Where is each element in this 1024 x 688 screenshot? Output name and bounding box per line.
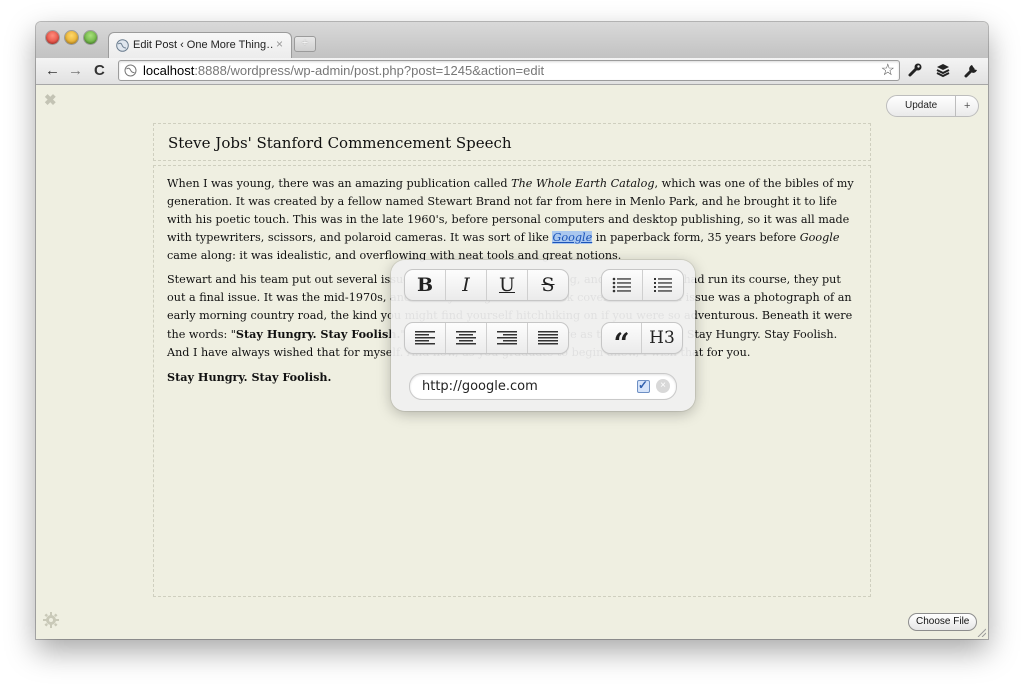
page-icon	[124, 64, 137, 77]
forward-button[interactable]: →	[68, 63, 83, 79]
tab-strip: Edit Post ‹ One More Thing… × +	[36, 22, 988, 59]
align-center-button[interactable]	[446, 323, 487, 353]
browser-window: Edit Post ‹ One More Thing… × + ← → C lo…	[36, 22, 988, 639]
paragraph-1: When I was young, there was an amazing p…	[167, 175, 859, 265]
p1-text-c: in paperback form, 35 years before	[592, 231, 800, 244]
alignment-group	[404, 322, 569, 354]
text-style-group: B I U S	[404, 269, 569, 301]
formatting-popover: B I U S “ H3 http://google.com ✓ ×	[391, 260, 695, 411]
p1-text-a: When I was young, there was an amazing p…	[167, 177, 512, 190]
resize-grip-icon[interactable]	[976, 627, 986, 637]
checkbox-icon[interactable]	[637, 378, 650, 393]
back-button[interactable]: ←	[45, 63, 60, 79]
editor-area: ✖ Update + Steve Jobs' Stanford Commence…	[36, 85, 988, 639]
bookmark-star-icon[interactable]: ☆	[881, 60, 895, 80]
bullet-list-button[interactable]	[602, 270, 643, 300]
close-editor-icon[interactable]: ✖	[44, 91, 57, 109]
bullet-list-icon	[612, 277, 631, 293]
link-url-text: http://google.com	[422, 379, 538, 394]
globe-icon	[116, 39, 129, 52]
reload-button[interactable]: C	[94, 63, 105, 79]
tab-title: Edit Post ‹ One More Thing…	[133, 39, 273, 51]
block-style-group: “ H3	[601, 322, 683, 354]
choose-file-button[interactable]: Choose File	[908, 613, 978, 631]
update-button-group: Update +	[886, 95, 980, 117]
strikethrough-button[interactable]: S	[528, 270, 568, 300]
wrench-key-icon[interactable]	[906, 61, 924, 79]
url-path: :8888/wordpress/wp-admin/post.php?post=1…	[194, 63, 545, 78]
url-host: localhost	[143, 63, 195, 78]
underline-button[interactable]: U	[487, 270, 528, 300]
address-bar[interactable]: localhost:8888/wordpress/wp-admin/post.p…	[118, 60, 900, 81]
align-right-icon	[497, 331, 517, 345]
minimize-window-button[interactable]	[65, 31, 78, 44]
align-left-button[interactable]	[405, 323, 446, 353]
align-left-icon	[415, 331, 435, 345]
zoom-window-button[interactable]	[84, 31, 97, 44]
blockquote-button[interactable]: “	[602, 323, 642, 353]
selected-link[interactable]: Google	[552, 231, 593, 244]
p2-bold: Stay Hungry. Stay Foolish.	[235, 327, 401, 341]
align-justify-button[interactable]	[528, 323, 568, 353]
post-title-field[interactable]: Steve Jobs' Stanford Commencement Speech	[153, 123, 871, 161]
post-title: Steve Jobs' Stanford Commencement Speech	[168, 134, 512, 152]
italic-button[interactable]: I	[446, 270, 487, 300]
tab-close-icon[interactable]: ×	[276, 37, 283, 51]
tab-edit-post[interactable]: Edit Post ‹ One More Thing… ×	[108, 32, 292, 59]
layers-icon[interactable]	[934, 61, 952, 79]
numbered-list-icon	[654, 278, 672, 292]
gear-icon[interactable]	[42, 611, 60, 629]
align-justify-icon	[538, 331, 558, 345]
align-center-icon	[456, 331, 476, 345]
wrench-icon[interactable]	[962, 61, 980, 79]
clear-link-icon[interactable]: ×	[656, 379, 670, 393]
numbered-list-button[interactable]	[643, 270, 683, 300]
new-tab-button[interactable]: +	[294, 36, 316, 52]
update-options-button[interactable]: +	[956, 95, 980, 117]
align-right-button[interactable]	[487, 323, 528, 353]
p3-bold: Stay Hungry. Stay Foolish.	[167, 370, 332, 384]
link-url-input[interactable]: http://google.com ×	[409, 373, 677, 400]
bold-button[interactable]: B	[405, 270, 446, 300]
p1-italic-google: Google	[799, 231, 840, 244]
close-window-button[interactable]	[46, 31, 59, 44]
update-button[interactable]: Update	[886, 95, 957, 117]
list-group	[601, 269, 684, 301]
browser-toolbar: ← → C localhost:8888/wordpress/wp-admin/…	[36, 58, 988, 85]
p1-italic-title: The Whole Earth Catalog	[511, 177, 655, 190]
heading-button[interactable]: H3	[642, 323, 682, 353]
address-text: localhost:8888/wordpress/wp-admin/post.p…	[143, 63, 544, 78]
